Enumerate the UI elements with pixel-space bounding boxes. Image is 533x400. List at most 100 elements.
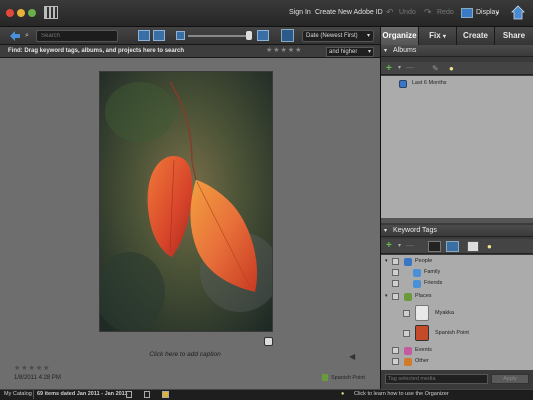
tag-view-icon[interactable]	[446, 241, 459, 252]
album-item-label: Last 6 Months	[412, 80, 447, 86]
tag-checkbox[interactable]	[392, 258, 399, 265]
lightbulb-icon: ●	[341, 391, 345, 397]
places-icon	[404, 292, 412, 301]
help-hint-link[interactable]: Click to learn how to use the Organizer	[354, 391, 449, 397]
expand-arrow-icon[interactable]: ▾	[385, 256, 388, 267]
tab-create[interactable]: Create	[456, 27, 494, 45]
create-adobe-id-link[interactable]: Create New Adobe ID	[315, 9, 383, 16]
tag-label: Other	[415, 358, 429, 364]
tag-cloud-icon[interactable]	[428, 241, 441, 252]
keyword-tags-header-label: Keyword Tags	[393, 227, 437, 234]
apply-button[interactable]: Apply	[491, 374, 529, 384]
tag-label: Myakka	[435, 310, 454, 316]
photo-thumbnail[interactable]	[99, 71, 273, 332]
albums-toolbar	[381, 62, 533, 75]
add-caption-field[interactable]: Click here to add caption	[120, 351, 250, 358]
tag-checkbox[interactable]	[392, 347, 399, 354]
lightbulb-icon[interactable]: ●	[449, 64, 454, 73]
photo-tag-icon	[415, 325, 429, 341]
sort-order-value: Date (Newest First)	[306, 33, 358, 39]
tag-checkbox[interactable]	[403, 310, 410, 317]
tag-image-icon[interactable]	[467, 241, 479, 252]
audio-icon[interactable]: ◀	[349, 352, 355, 361]
tab-share[interactable]: Share	[494, 27, 533, 45]
undo-button[interactable]: Undo	[399, 9, 416, 16]
undo-icon[interactable]: ↶	[386, 7, 394, 18]
smart-album-icon	[399, 79, 407, 88]
photo-rating-stars[interactable]: ★★★★★	[14, 364, 50, 372]
tag-item-spanish-point[interactable]: Spanish Point	[381, 325, 533, 343]
chevron-down-icon: ▾	[398, 243, 402, 249]
panel-divider[interactable]	[381, 218, 533, 223]
keyword-tags-list[interactable]: ▾ People Family Friends ▾ Places Myakka …	[381, 255, 533, 370]
tag-selected-media-input[interactable]	[385, 374, 488, 384]
tag-checkbox[interactable]	[392, 293, 399, 300]
notification-icon[interactable]	[162, 391, 169, 398]
tag-checkbox[interactable]	[392, 280, 399, 287]
photo-date: 1/8/2011 4:28 PM	[14, 375, 61, 381]
tag-item-myakka[interactable]: Myakka	[381, 305, 533, 323]
albums-list[interactable]: Last 6 Months	[381, 76, 533, 218]
search-input[interactable]	[36, 30, 118, 42]
tag-label: Places	[415, 293, 432, 299]
remove-tag-icon[interactable]: —	[406, 241, 414, 250]
grid-view-icon[interactable]	[44, 6, 58, 19]
tag-label: Friends	[424, 280, 443, 286]
small-thumb-icon[interactable]	[176, 31, 185, 40]
back-arrow-icon[interactable]	[9, 30, 21, 42]
chevron-down-icon: ▾	[366, 33, 370, 39]
sort-order-select[interactable]: Date (Newest First) ▾	[302, 30, 374, 42]
tag-checkbox[interactable]	[403, 330, 410, 337]
sign-in-link[interactable]: Sign In	[289, 9, 311, 16]
redo-icon[interactable]: ↷	[424, 7, 432, 18]
edit-album-icon[interactable]: ✎	[432, 64, 439, 73]
lightbulb-icon[interactable]: ●	[487, 242, 492, 251]
albums-header-label: Albums	[393, 47, 417, 54]
tag-label: Spanish Point	[435, 330, 469, 336]
minimize-window-button[interactable]	[17, 9, 25, 17]
tag-checkbox[interactable]	[392, 269, 399, 276]
date-view-icon[interactable]	[153, 30, 165, 41]
tag-category-events[interactable]: Events	[381, 345, 533, 356]
rating-filter-value: and higher	[329, 49, 358, 55]
catalog-name[interactable]: My Catalog	[4, 391, 32, 397]
display-icon[interactable]	[461, 8, 473, 18]
zoom-window-button[interactable]	[28, 9, 36, 17]
slider-handle[interactable]	[246, 31, 252, 40]
tag-item-family[interactable]: Family	[381, 267, 533, 278]
tab-organize[interactable]: Organize	[380, 27, 418, 45]
keyword-tags-header[interactable]: ▾ Keyword Tags	[381, 225, 533, 237]
photo-view-icon[interactable]	[138, 30, 150, 41]
chevron-down-icon: ▾	[367, 49, 371, 55]
rating-filter-stars[interactable]: ★★★★★	[266, 46, 302, 54]
add-tag-icon[interactable]: +	[386, 240, 392, 251]
filmstrip-icon[interactable]	[126, 391, 132, 398]
redo-button[interactable]: Redo	[437, 9, 454, 16]
fullscreen-icon[interactable]	[281, 29, 294, 42]
divider	[33, 390, 34, 399]
add-album-icon[interactable]: +	[386, 63, 392, 74]
trash-icon[interactable]	[144, 391, 150, 398]
person-icon	[413, 268, 421, 277]
tab-fix[interactable]: Fix ▾	[418, 27, 456, 45]
large-thumb-icon[interactable]	[257, 30, 269, 41]
tag-category-other[interactable]: Other	[381, 356, 533, 367]
tag-category-places[interactable]: ▾ Places	[381, 291, 533, 302]
collapse-arrow-icon: ▾	[384, 228, 388, 234]
chevron-down-icon: ▾	[496, 11, 500, 17]
close-window-button[interactable]	[6, 9, 14, 17]
tag-checkbox[interactable]	[392, 358, 399, 365]
photo-keyword-tag: Spanish Point	[331, 375, 365, 381]
tag-category-people[interactable]: ▾ People	[381, 256, 533, 267]
album-item[interactable]: Last 6 Months	[381, 78, 533, 89]
home-icon[interactable]	[511, 5, 525, 20]
flag-icon[interactable]	[264, 337, 273, 346]
thumbnail-size-slider[interactable]	[188, 35, 250, 37]
remove-album-icon[interactable]: —	[406, 63, 414, 72]
albums-header[interactable]: ▾ Albums	[381, 45, 533, 57]
expand-arrow-icon[interactable]: ▾	[385, 291, 388, 302]
collapse-arrow-icon: ▾	[384, 48, 388, 54]
rating-filter-select[interactable]: and higher ▾	[326, 47, 374, 57]
tag-item-friends[interactable]: Friends	[381, 278, 533, 289]
placeholder-tag-icon	[415, 305, 429, 321]
